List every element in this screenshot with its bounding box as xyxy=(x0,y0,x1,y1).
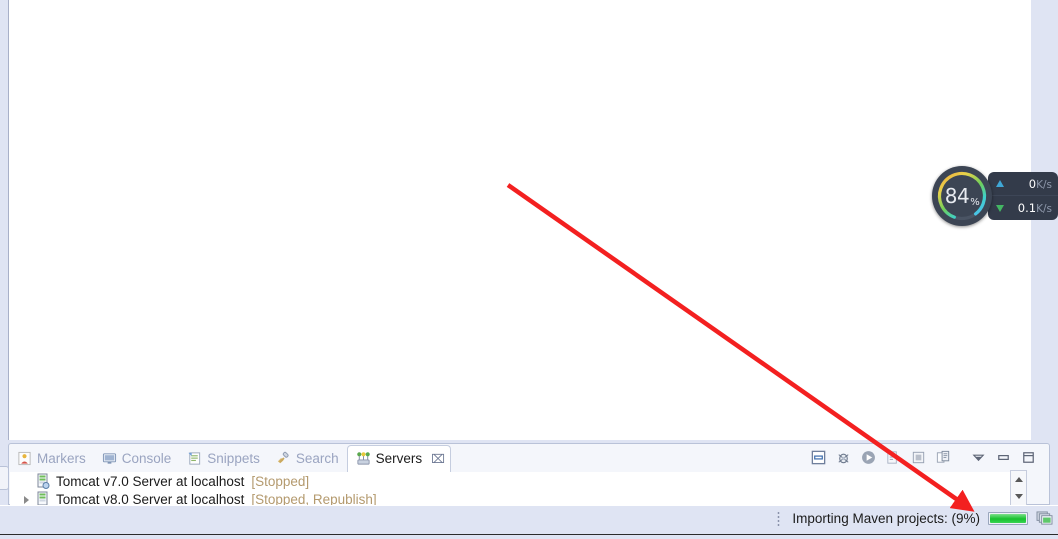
download-speed: 0.1K/s xyxy=(1017,201,1052,215)
tab-servers[interactable]: Servers ⌧ xyxy=(346,444,451,472)
upload-speed: 0K/s xyxy=(1028,176,1052,191)
publish-icon[interactable] xyxy=(935,449,952,466)
editor-area[interactable] xyxy=(0,0,1031,440)
arrow-up-icon xyxy=(996,180,1004,187)
snippets-icon xyxy=(188,451,201,465)
new-server-icon[interactable] xyxy=(810,449,827,466)
window-stack-icon[interactable] xyxy=(1036,511,1053,526)
status-task-text[interactable]: Importing Maven projects: (9%) xyxy=(792,511,980,526)
table-row[interactable]: Tomcat v8.0 Server at localhost [Stopped… xyxy=(10,490,1010,505)
console-icon xyxy=(102,452,116,464)
tab-search[interactable]: Search xyxy=(268,445,347,471)
server-name: Tomcat v7.0 Server at localhost xyxy=(56,473,245,489)
tree-vertical-scrollbar[interactable] xyxy=(1010,470,1027,506)
tab-snippets[interactable]: Snippets xyxy=(179,445,268,471)
search-icon xyxy=(277,451,289,463)
cpu-usage-dial[interactable]: 84% xyxy=(932,166,992,226)
tomcat-server-icon xyxy=(37,491,48,505)
debug-icon[interactable] xyxy=(835,449,852,466)
minimize-icon[interactable] xyxy=(995,449,1012,466)
arrow-down-icon xyxy=(996,204,1004,212)
servers-view-toolbar xyxy=(810,446,1037,468)
close-icon[interactable]: ⌧ xyxy=(431,453,445,465)
editor-left-rail xyxy=(0,0,9,440)
tab-label: Snippets xyxy=(207,450,260,466)
progress-bar-fill xyxy=(990,514,1026,523)
status-bar: Importing Maven projects: (9%) xyxy=(0,505,1058,539)
tab-label: Markers xyxy=(37,450,86,466)
progress-bar[interactable] xyxy=(988,512,1028,525)
view-menu-icon[interactable] xyxy=(970,449,987,466)
tab-console[interactable]: Console xyxy=(94,445,180,471)
start-icon[interactable] xyxy=(860,449,877,466)
status-badge: [Stopped] xyxy=(251,473,310,489)
table-row[interactable]: Tomcat v7.0 Server at localhost [Stopped… xyxy=(10,472,1010,490)
tomcat-server-icon xyxy=(37,473,50,489)
chevron-up-icon xyxy=(1014,477,1023,482)
scroll-down-button[interactable] xyxy=(1011,488,1026,505)
servers-tree[interactable]: Tomcat v7.0 Server at localhost [Stopped… xyxy=(10,472,1010,505)
maximize-icon[interactable] xyxy=(1020,449,1037,466)
panel-left-stub xyxy=(0,466,9,490)
download-row: 0.1K/s xyxy=(988,196,1058,220)
cpu-usage-value: 84% xyxy=(944,184,980,208)
stop-icon[interactable] xyxy=(910,449,927,466)
tab-label: Search xyxy=(295,450,339,466)
status-badge: [Stopped, Republish] xyxy=(251,491,377,506)
tab-label: Servers xyxy=(375,451,423,466)
markers-icon xyxy=(18,451,31,465)
tab-markers[interactable]: Markers xyxy=(9,445,94,471)
expand-twisty-icon[interactable] xyxy=(24,496,29,504)
view-tab-strip: Markers Console Snippets Search Servers … xyxy=(9,444,451,472)
resource-monitor-widget[interactable]: 0K/s 0.1K/s 84% xyxy=(932,166,1058,226)
tab-label: Console xyxy=(121,450,172,466)
upload-row: 0K/s xyxy=(988,172,1058,196)
profile-icon[interactable] xyxy=(885,449,902,466)
network-speed-panel: 0K/s 0.1K/s xyxy=(988,172,1058,220)
scroll-up-button[interactable] xyxy=(1011,471,1026,488)
server-name: Tomcat v8.0 Server at localhost xyxy=(56,491,245,506)
servers-icon xyxy=(356,452,370,465)
status-bar-right-group: Importing Maven projects: (9%) xyxy=(777,511,1053,526)
status-grip-icon xyxy=(777,511,781,526)
chevron-down-icon xyxy=(1014,494,1023,499)
